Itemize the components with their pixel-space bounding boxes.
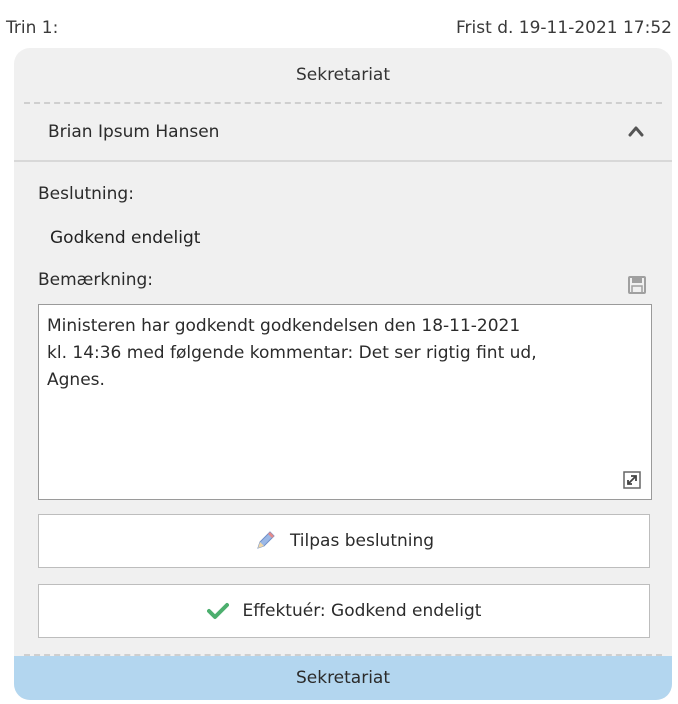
card-title: Sekretariat — [295, 65, 391, 85]
adjust-decision-label: Tilpas beslutning — [289, 531, 435, 551]
pencil-icon — [254, 530, 276, 552]
person-row-toggle[interactable]: Brian Ipsum Hansen — [14, 104, 672, 162]
chevron-up-icon[interactable] — [628, 124, 644, 138]
footer-section[interactable]: Sekretariat — [14, 656, 672, 700]
remark-label: Bemærkning: — [38, 270, 153, 290]
step-label: Trin 1: — [6, 18, 59, 38]
decision-label: Beslutning: — [38, 184, 134, 204]
save-icon[interactable] — [628, 276, 646, 294]
deadline-text: Frist d. 19-11-2021 17:52 — [456, 18, 672, 38]
adjust-decision-button[interactable]: Tilpas beslutning — [38, 514, 650, 568]
execute-decision-button[interactable]: Effektuér: Godkend endeligt — [38, 584, 650, 638]
execute-decision-label: Effektuér: Godkend endeligt — [242, 601, 482, 621]
decision-value: Godkend endeligt — [50, 228, 201, 248]
remark-textarea[interactable]: Ministeren har godkendt godkendelsen den… — [38, 304, 652, 500]
approval-card: Sekretariat Brian Ipsum Hansen Beslutnin… — [14, 48, 672, 700]
remark-text[interactable]: Ministeren har godkendt godkendelsen den… — [47, 313, 647, 394]
checkmark-icon — [206, 602, 229, 620]
expand-icon[interactable] — [623, 471, 641, 489]
person-name: Brian Ipsum Hansen — [48, 122, 220, 142]
